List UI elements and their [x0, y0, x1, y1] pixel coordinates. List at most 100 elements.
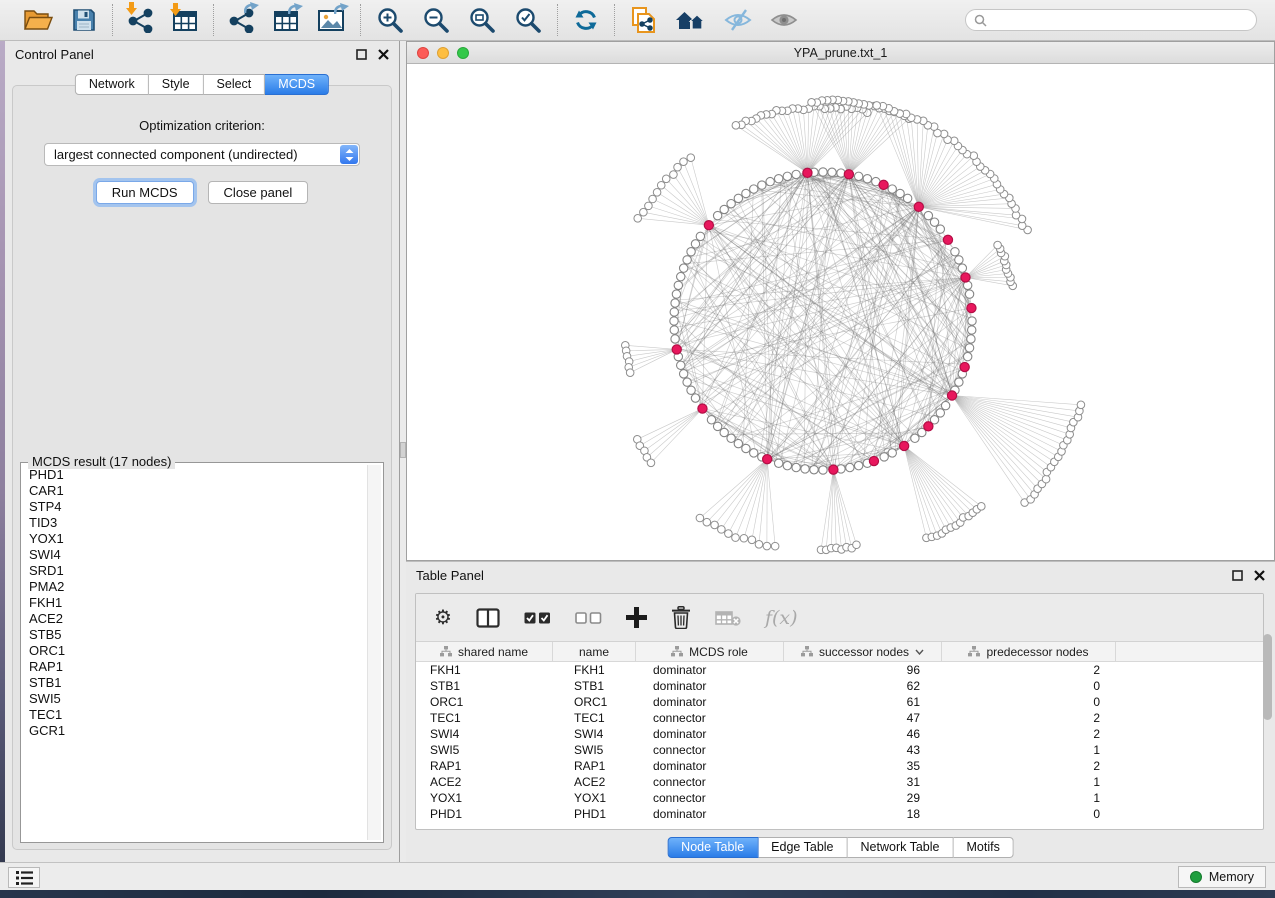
float-panel-icon[interactable]: [1232, 570, 1243, 581]
chevron-down-icon: [915, 649, 924, 655]
import-table-icon[interactable]: [172, 8, 198, 32]
window-close-icon[interactable]: [417, 47, 429, 59]
table-panel-title: Table Panel: [416, 568, 484, 583]
import-network-icon[interactable]: [128, 7, 154, 33]
mcds-result-item[interactable]: SRD1: [23, 563, 365, 579]
table-scrollbar-thumb[interactable]: [1263, 634, 1272, 720]
float-panel-icon[interactable]: [356, 49, 367, 60]
select-all-checkboxes-icon[interactable]: [524, 612, 551, 624]
tree-icon: [440, 646, 452, 657]
tab-style[interactable]: Style: [149, 74, 204, 95]
table-cell: SWI5: [553, 743, 636, 757]
column-header-mcds-role[interactable]: MCDS role: [636, 642, 784, 661]
show-all-eye-icon[interactable]: [770, 10, 798, 30]
function-builder-icon[interactable]: f(x): [765, 607, 798, 629]
close-panel-icon[interactable]: [378, 49, 389, 60]
mcds-result-item[interactable]: PHD1: [23, 467, 365, 483]
zoom-fit-icon[interactable]: [468, 6, 496, 34]
mcds-result-item[interactable]: SWI4: [23, 547, 365, 563]
mcds-result-item[interactable]: STP4: [23, 499, 365, 515]
table-row[interactable]: SWI5SWI5connector431: [416, 742, 1263, 758]
table-row[interactable]: TEC1TEC1connector472: [416, 710, 1263, 726]
refresh-icon[interactable]: [573, 7, 599, 33]
table-row[interactable]: RAP1RAP1dominator352: [416, 758, 1263, 774]
tab-mcds[interactable]: MCDS: [265, 74, 329, 95]
column-header-successor-nodes[interactable]: successor nodes: [784, 642, 942, 661]
tab-select[interactable]: Select: [204, 74, 266, 95]
zoom-out-icon[interactable]: [422, 6, 450, 34]
close-panel-icon[interactable]: [1254, 570, 1265, 581]
mcds-list-scrollbar[interactable]: [367, 465, 381, 840]
column-header-name[interactable]: name: [553, 642, 636, 661]
table-row[interactable]: YOX1YOX1connector291: [416, 790, 1263, 806]
save-session-icon[interactable]: [71, 7, 97, 33]
tab-network-table[interactable]: Network Table: [848, 837, 954, 858]
clone-network-icon[interactable]: [630, 6, 657, 35]
mcds-result-item[interactable]: ORC1: [23, 643, 365, 659]
table-row[interactable]: STB1STB1dominator620: [416, 678, 1263, 694]
mcds-result-item[interactable]: YOX1: [23, 531, 365, 547]
mcds-result-item[interactable]: GCR1: [23, 723, 365, 739]
close-panel-button[interactable]: Close panel: [208, 181, 309, 204]
table-cell: PHD1: [553, 807, 636, 821]
mcds-result-item[interactable]: TID3: [23, 515, 365, 531]
mcds-result-item[interactable]: RAP1: [23, 659, 365, 675]
table-cell: 1: [942, 791, 1116, 805]
first-neighbors-icon[interactable]: [675, 8, 706, 32]
export-arrow-icon: [334, 3, 349, 14]
export-arrow-icon: [288, 3, 303, 14]
control-panel-tabs: Network Style Select MCDS: [75, 74, 329, 95]
export-network-icon[interactable]: [229, 7, 255, 33]
delete-columns-trash-icon[interactable]: [671, 606, 691, 629]
table-row[interactable]: SWI4SWI4dominator462: [416, 726, 1263, 742]
window-zoom-icon[interactable]: [457, 47, 469, 59]
mcds-result-group: MCDS result (17 nodes) PHD1CAR1STP4TID3Y…: [20, 462, 384, 843]
add-column-icon[interactable]: [626, 607, 647, 628]
table-cell: PHD1: [416, 807, 553, 821]
network-canvas[interactable]: [407, 64, 1274, 559]
mcds-result-item[interactable]: ACE2: [23, 611, 365, 627]
mcds-result-item[interactable]: FKH1: [23, 595, 365, 611]
zoom-selected-icon[interactable]: [514, 6, 542, 34]
run-mcds-button[interactable]: Run MCDS: [96, 181, 194, 204]
mcds-result-item[interactable]: STB1: [23, 675, 365, 691]
table-row[interactable]: ACE2ACE2connector311: [416, 774, 1263, 790]
table-cell: 2: [942, 759, 1116, 773]
export-image-icon[interactable]: [317, 8, 345, 32]
hide-selected-eye-icon[interactable]: [724, 8, 752, 32]
tab-network[interactable]: Network: [75, 74, 149, 95]
search-input[interactable]: [993, 13, 1248, 27]
export-table-icon[interactable]: [273, 8, 299, 32]
window-minimize-icon[interactable]: [437, 47, 449, 59]
mcds-result-item[interactable]: PMA2: [23, 579, 365, 595]
table-cell: FKH1: [416, 663, 553, 677]
table-row[interactable]: FKH1FKH1dominator962: [416, 662, 1263, 678]
table-row[interactable]: PHD1PHD1dominator180: [416, 806, 1263, 822]
table-settings-gear-icon[interactable]: ⚙: [434, 608, 452, 628]
mcds-result-item[interactable]: TEC1: [23, 707, 365, 723]
table-cell: 96: [784, 663, 942, 677]
table-cell: YOX1: [553, 791, 636, 805]
deselect-all-checkboxes-icon[interactable]: [575, 612, 602, 624]
table-cell: 0: [942, 807, 1116, 821]
open-file-icon[interactable]: [23, 7, 53, 33]
split-panel-icon[interactable]: [476, 608, 500, 628]
tree-icon: [671, 646, 683, 657]
column-header-shared-name[interactable]: shared name: [416, 642, 553, 661]
search-box[interactable]: [965, 9, 1257, 31]
table-row[interactable]: ORC1ORC1dominator610: [416, 694, 1263, 710]
tab-edge-table[interactable]: Edge Table: [758, 837, 847, 858]
mcds-result-item[interactable]: CAR1: [23, 483, 365, 499]
memory-button[interactable]: Memory: [1178, 866, 1266, 888]
tab-motifs[interactable]: Motifs: [953, 837, 1013, 858]
mcds-result-item[interactable]: STB5: [23, 627, 365, 643]
zoom-in-icon[interactable]: [376, 6, 404, 34]
task-history-button[interactable]: [8, 867, 40, 888]
criterion-select[interactable]: largest connected component (undirected): [44, 143, 360, 166]
tab-node-table[interactable]: Node Table: [667, 837, 758, 858]
delete-table-icon[interactable]: [715, 610, 741, 626]
mcds-result-item[interactable]: SWI5: [23, 691, 365, 707]
table-cell: 35: [784, 759, 942, 773]
table-cell: dominator: [636, 807, 784, 821]
column-header-predecessor-nodes[interactable]: predecessor nodes: [942, 642, 1116, 661]
